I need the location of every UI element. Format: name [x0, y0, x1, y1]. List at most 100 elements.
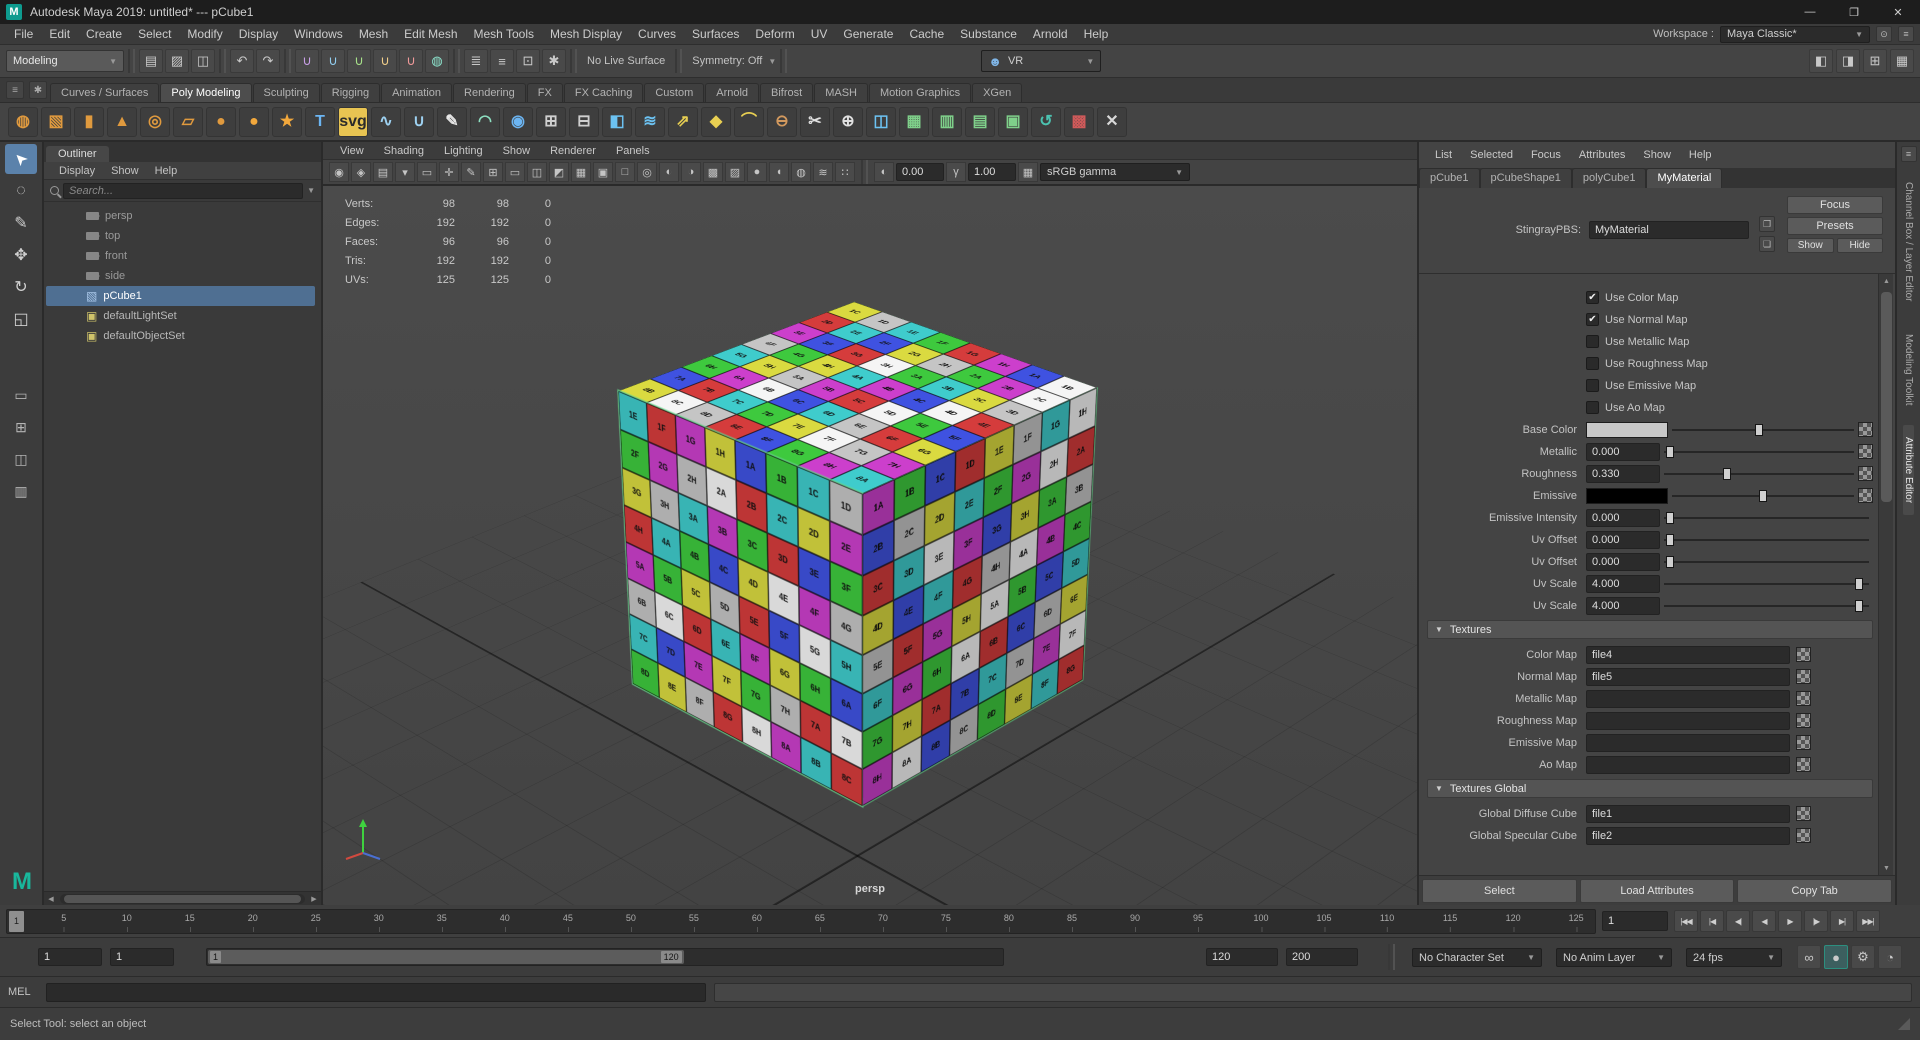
snap-to-points-icon[interactable]: ∪ — [347, 49, 371, 73]
channel-box-layer-editor-tab[interactable]: Channel Box / Layer Editor — [1903, 170, 1914, 314]
shelf-tab-fx-caching[interactable]: FX Caching — [564, 83, 643, 102]
texture-field[interactable] — [1586, 756, 1790, 774]
outliner-hscrollbar[interactable]: ◀ ▶ — [44, 891, 321, 905]
texture-field[interactable]: file2 — [1586, 827, 1790, 845]
value-field[interactable]: 0.000 — [1586, 553, 1660, 571]
outliner-item-persp[interactable]: persp — [46, 206, 315, 226]
menu-mesh-tools[interactable]: Mesh Tools — [466, 24, 542, 45]
viewport-menu-view[interactable]: View — [331, 145, 373, 157]
texture-map-button[interactable] — [1858, 488, 1873, 503]
shadows-icon[interactable]: ◖ — [769, 162, 789, 182]
step-back-key-button[interactable]: |◀ — [1700, 910, 1724, 932]
textured-icon[interactable]: ▨ — [725, 162, 745, 182]
menu-deform[interactable]: Deform — [747, 24, 802, 45]
fps-dropdown[interactable]: 24 fps ▼ — [1686, 948, 1782, 967]
close-button[interactable]: ✕ — [1876, 0, 1920, 24]
attribute-slider[interactable] — [1664, 466, 1854, 482]
poly-sphere-icon[interactable]: ◍ — [8, 107, 38, 137]
menu-help[interactable]: Help — [1076, 24, 1117, 45]
bevel-icon[interactable]: ◆ — [701, 107, 731, 137]
go-to-end-button[interactable]: ▶▶| — [1856, 910, 1880, 932]
viewport-menu-renderer[interactable]: Renderer — [541, 145, 605, 157]
separate-icon[interactable]: ⊟ — [569, 107, 599, 137]
show-attribute-editor-icon[interactable]: ▦ — [1890, 49, 1914, 73]
modeling-toolkit-tab[interactable]: Modeling Toolkit — [1903, 322, 1914, 418]
poly-cube-icon[interactable]: ▧ — [41, 107, 71, 137]
poly-cone-icon[interactable]: ▲ — [107, 107, 137, 137]
shelf-tab-motion-graphics[interactable]: Motion Graphics — [869, 83, 971, 102]
attribute-menu-selected[interactable]: Selected — [1462, 149, 1521, 161]
show-button[interactable]: Show — [1787, 238, 1834, 253]
lasso-tool[interactable]: ◌ — [5, 176, 37, 206]
outliner-item-top[interactable]: top — [46, 226, 315, 246]
attribute-slider[interactable] — [1664, 444, 1854, 460]
texture-map-button[interactable] — [1858, 466, 1873, 481]
range-bar[interactable]: 1 120 — [208, 950, 684, 964]
film-gate-icon[interactable]: ▭ — [505, 162, 525, 182]
uv-layout-icon[interactable]: ▥ — [932, 107, 962, 137]
step-forward-frame-button[interactable]: |▶ — [1804, 910, 1828, 932]
animation-preferences-icon[interactable]: ⚙ — [1851, 945, 1875, 969]
xray-joints-icon[interactable]: ◑ — [681, 162, 701, 182]
shelf-tab-rigging[interactable]: Rigging — [321, 83, 380, 102]
texture-map-button[interactable] — [1796, 713, 1811, 728]
playback-start-field[interactable]: 1 — [110, 948, 174, 966]
attribute-slider[interactable] — [1664, 598, 1869, 614]
shelf-tab-arnold[interactable]: Arnold — [705, 83, 759, 102]
menu-display[interactable]: Display — [231, 24, 286, 45]
snap-to-projected-center-icon[interactable]: ∪ — [373, 49, 397, 73]
range-end-handle[interactable]: 120 — [661, 951, 682, 963]
checkbox-use-normal-map[interactable]: ✔ — [1586, 313, 1599, 326]
menu-set-dropdown[interactable]: Modeling ▼ — [6, 50, 124, 72]
new-scene-icon[interactable]: ▤ — [139, 49, 163, 73]
safe-action-icon[interactable]: ▣ — [593, 162, 613, 182]
slider-handle[interactable] — [1666, 534, 1674, 546]
ambient-occlusion-icon[interactable]: ◍ — [791, 162, 811, 182]
snap-to-view-planes-icon[interactable]: ∪ — [399, 49, 423, 73]
bookmarks-icon[interactable]: ▾ — [395, 162, 415, 182]
checkbox-use-emissive-map[interactable] — [1586, 379, 1599, 392]
shelf-gear-icon[interactable]: ✱ — [29, 81, 47, 99]
value-field[interactable]: 4.000 — [1586, 575, 1660, 593]
shelf-tab-custom[interactable]: Custom — [644, 83, 704, 102]
show-toolbox-icon[interactable]: ◨ — [1836, 49, 1860, 73]
color-management-icon[interactable]: ▦ — [1018, 162, 1038, 182]
workspace-options-icon[interactable]: ≡ — [1898, 26, 1914, 42]
resize-grip[interactable] — [1898, 1018, 1910, 1030]
go-to-start-button[interactable]: |◀◀ — [1674, 910, 1698, 932]
scroll-right-icon[interactable]: ▶ — [307, 895, 321, 903]
xray-icon[interactable]: ◐ — [659, 162, 679, 182]
redo-icon[interactable]: ↷ — [256, 49, 280, 73]
attribute-scroll-area[interactable]: ✔Use Color Map✔Use Normal MapUse Metalli… — [1419, 274, 1895, 875]
outliner-menu-show[interactable]: Show — [104, 165, 146, 177]
inputs-to-selected-icon[interactable]: ≣ — [464, 49, 488, 73]
attribute-menu-focus[interactable]: Focus — [1523, 149, 1569, 161]
uv-editor-icon[interactable]: ▦ — [899, 107, 929, 137]
viewport-canvas[interactable]: Verts:98980Edges:1921920Faces:96960Tris:… — [323, 186, 1417, 905]
svg-tool-icon[interactable]: svg — [338, 107, 368, 137]
menu-modify[interactable]: Modify — [179, 24, 230, 45]
animation-start-field[interactable]: 1 — [38, 948, 102, 966]
slider-handle[interactable] — [1666, 556, 1674, 568]
construction-history-icon[interactable]: ⊡ — [516, 49, 540, 73]
attribute-tab-pcube1[interactable]: pCube1 — [1419, 168, 1480, 188]
minimize-button[interactable]: — — [1788, 0, 1832, 24]
texture-map-button[interactable] — [1858, 444, 1873, 459]
select-camera-icon[interactable]: ◉ — [329, 162, 349, 182]
menu-mesh[interactable]: Mesh — [351, 24, 396, 45]
texture-map-button[interactable] — [1796, 757, 1811, 772]
grid-toggle-icon[interactable]: ⊞ — [483, 162, 503, 182]
show-editor-sidebar-icon[interactable]: ◧ — [1809, 49, 1833, 73]
viewport-menu-panels[interactable]: Panels — [607, 145, 659, 157]
anim-layer-dropdown[interactable]: No Anim Layer ▼ — [1556, 948, 1672, 967]
shelf-tab-bifrost[interactable]: Bifrost — [760, 83, 813, 102]
camera-attributes-icon[interactable]: ▤ — [373, 162, 393, 182]
slider-handle[interactable] — [1759, 490, 1767, 502]
boolean-icon[interactable]: ⊖ — [767, 107, 797, 137]
viewport-menu-shading[interactable]: Shading — [375, 145, 433, 157]
curve-warp-icon[interactable]: ∿ — [371, 107, 401, 137]
attribute-slider[interactable] — [1664, 532, 1869, 548]
character-set-dropdown[interactable]: No Character Set ▼ — [1412, 948, 1542, 967]
chevron-down-icon[interactable]: ▼ — [768, 57, 776, 66]
quad-draw-icon[interactable]: ✎ — [437, 107, 467, 137]
